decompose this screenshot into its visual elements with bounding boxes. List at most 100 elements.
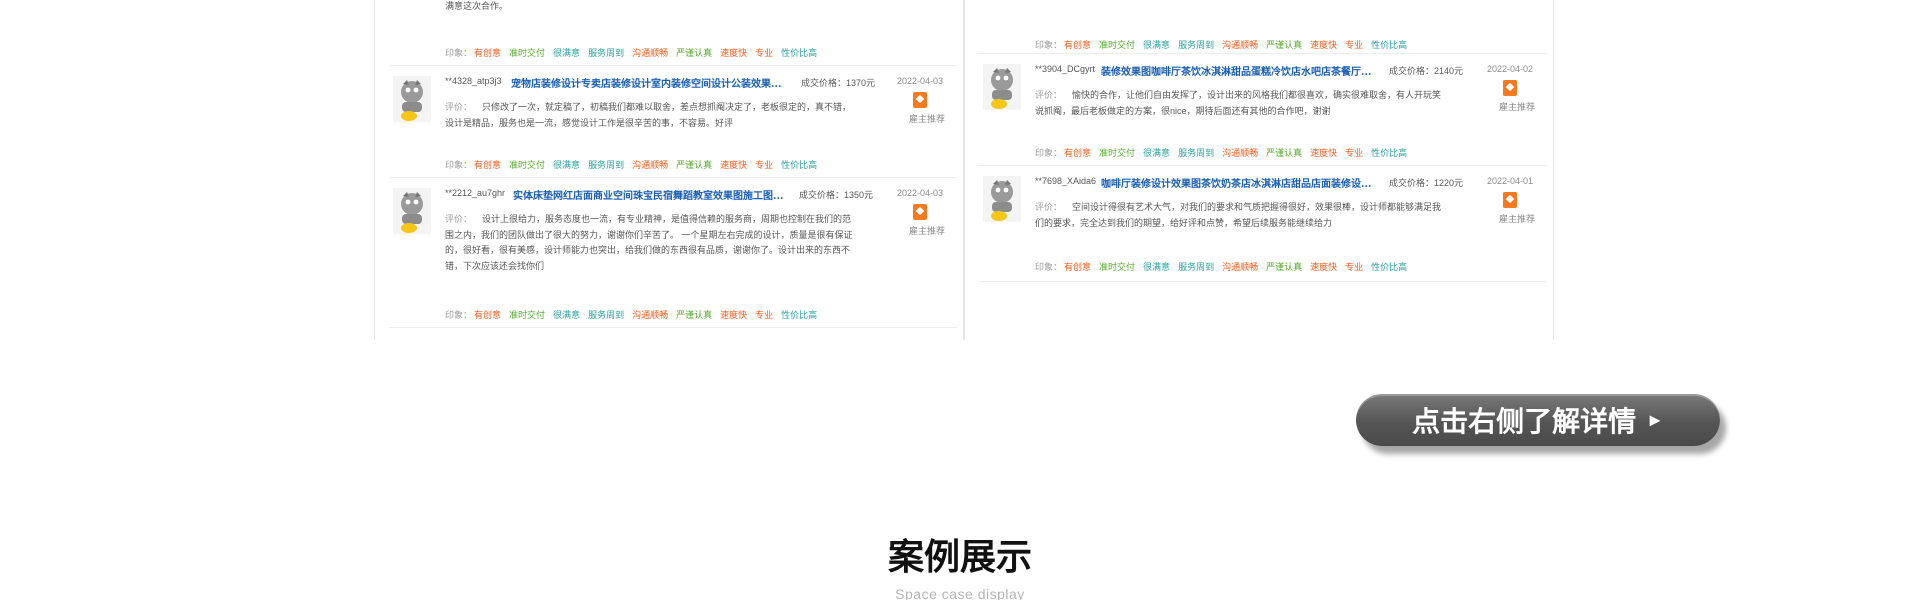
impression-tag: 严谨认真 [1266, 40, 1303, 50]
review-date: 2022-04-01 [1486, 176, 1533, 186]
project-title-link[interactable]: 宠物店装修设计专卖店装修设计室内装修空间设计公装效果... [511, 75, 787, 90]
impression-tag: 沟通顺畅 [1222, 40, 1259, 50]
review-date: 2022-04-03 [896, 188, 943, 198]
impression-tag: 严谨认真 [676, 160, 713, 170]
avatar[interactable] [983, 64, 1021, 110]
impression-tag: 速度快 [1310, 40, 1338, 50]
impression-tag: 沟通顺畅 [632, 310, 669, 320]
impression-tag: 很满意 [1143, 40, 1171, 50]
tags-label: 印象： [1035, 40, 1063, 50]
impression-tag: 很满意 [1143, 148, 1171, 158]
impression-tags: 印象： 有创意 准时交付 很满意 服务周到 沟通顺畅 严谨认真 速度快 专业 性价比高 [1035, 38, 1415, 51]
avatar[interactable] [393, 76, 431, 122]
comment-text: 整个设计过程我们全程参与了，提出了很多想法，设计师都一一实现了，将来我们还会选择… [445, 1, 509, 11]
recommend-badge-icon [913, 204, 927, 220]
impression-tag: 专业 [755, 48, 774, 58]
project-title-link[interactable]: 装修效果图咖啡厅茶饮冰淇淋甜品蛋糕冷饮店水吧店茶餐厅... [1101, 63, 1381, 78]
recommend-badge-icon [1503, 80, 1517, 96]
recommend-badge-label: 雇主推荐 [1498, 214, 1535, 224]
comment-label: 评价： [445, 102, 473, 112]
review-panel-right: 雇主推荐评价：团队好，设计好，虽然是线上设计公司，但一点不输线下大公司，品质好，… [964, 0, 1554, 340]
tags-label: 印象： [445, 48, 473, 58]
reviewer-name: **3904_DCgyrt [1035, 64, 1096, 74]
comment-text: 愉快的合作，让他们自由发挥了，设计出来的风格我们都很喜欢，确实很难取舍，有人开玩… [1035, 90, 1442, 116]
impression-tag: 严谨认真 [1266, 148, 1303, 158]
deal-price: 成交价格：1220元 [1389, 178, 1464, 188]
recommend-badge-label: 雇主推荐 [1498, 102, 1535, 112]
review-item: 雇主推荐评价：整个设计过程我们全程参与了，提出了很多想法，设计师都一一实现了，将… [389, 0, 957, 66]
impression-tag: 服务周到 [1178, 40, 1215, 50]
impression-tag: 准时交付 [1099, 262, 1136, 272]
impression-tag: 严谨认真 [676, 310, 713, 320]
impression-tag: 准时交付 [509, 310, 546, 320]
impression-tag: 有创意 [1064, 148, 1092, 158]
impression-tag: 准时交付 [1099, 40, 1136, 50]
impression-tag: 性价比高 [1371, 148, 1408, 158]
review-item: **4328_atp3j3 宠物店装修设计专卖店装修设计室内装修空间设计公装效果.… [389, 66, 957, 178]
review-comment: 评价： 空间设计得很有艺术大气，对我们的要求和气质把握得很好，效果很棒，设计师都能… [1035, 200, 1445, 231]
reviewer-name: **4328_atp3j3 [445, 76, 502, 86]
project-title-link[interactable]: 实体床垫网红店面商业空间珠宝民宿舞蹈教室效果图施工图... [513, 187, 789, 202]
section-subtitle: Space case display [895, 586, 1025, 600]
impression-tag: 速度快 [720, 48, 748, 58]
deal-price: 成交价格：1350元 [799, 190, 874, 200]
impression-tag: 有创意 [474, 310, 502, 320]
impression-tag: 性价比高 [781, 310, 818, 320]
impression-tag: 专业 [1345, 40, 1364, 50]
impression-tag: 性价比高 [781, 160, 818, 170]
impression-tag: 很满意 [553, 310, 581, 320]
impression-tag: 性价比高 [1371, 262, 1408, 272]
impression-tag: 有创意 [474, 160, 502, 170]
impression-tag: 沟通顺畅 [632, 160, 669, 170]
tags-label: 印象： [445, 310, 473, 320]
review-item: **3904_DCgyrt 装修效果图咖啡厅茶饮冰淇淋甜品蛋糕冷饮店水吧店茶餐厅.… [979, 54, 1547, 166]
impression-tag: 服务周到 [1178, 262, 1215, 272]
review-comment: 评价：整个设计过程我们全程参与了，提出了很多想法，设计师都一一实现了，将来我们还… [445, 0, 855, 15]
impression-tag: 准时交付 [509, 48, 546, 58]
impression-tag: 服务周到 [1178, 148, 1215, 158]
impression-tag: 有创意 [474, 48, 502, 58]
recommend-badge-icon [913, 92, 927, 108]
learn-more-button[interactable]: 点击右侧了解详情 ► [1356, 394, 1720, 446]
project-title-link[interactable]: 咖啡厅装修设计效果图茶饮奶茶店冰淇淋店甜品店面装修设... [1101, 175, 1381, 190]
impression-tag: 沟通顺畅 [1222, 148, 1259, 158]
impression-tag: 服务周到 [588, 310, 625, 320]
impression-tag: 严谨认真 [676, 48, 713, 58]
comment-text: 只修改了一次，就定稿了，初稿我们都难以取舍，差点想抓阄决定了，老板很定的，真不错… [445, 102, 852, 128]
impression-tag: 专业 [755, 310, 774, 320]
impression-tag: 有创意 [1064, 40, 1092, 50]
tags-label: 印象： [1035, 148, 1063, 158]
impression-tag: 准时交付 [1099, 148, 1136, 158]
impression-tag: 沟通顺畅 [1222, 262, 1259, 272]
comment-label: 评价： [1035, 202, 1063, 212]
reviewer-name: **2212_au7ghr [445, 188, 506, 198]
impression-tag: 速度快 [1310, 262, 1338, 272]
review-item: **2212_au7ghr 实体床垫网红店面商业空间珠宝民宿舞蹈教室效果图施工图.… [389, 178, 957, 328]
impression-tag: 很满意 [553, 160, 581, 170]
impression-tag: 服务周到 [588, 48, 625, 58]
review-comment: 评价： 愉快的合作，让他们自由发挥了，设计出来的风格我们都很喜欢，确实很难取舍，有… [1035, 88, 1445, 119]
section-title: 案例展示 [887, 536, 1032, 577]
review-date: 2022-04-03 [896, 76, 943, 86]
impression-tag: 性价比高 [1371, 40, 1408, 50]
tags-label: 印象： [1035, 262, 1063, 272]
review-item: 雇主推荐评价：团队好，设计好，虽然是线上设计公司，但一点不输线下大公司，品质好，… [979, 0, 1547, 54]
comment-text: 设计上很给力，服务态度也一流，有专业精神，是值得信赖的服务商，周期也控制在我们的… [445, 214, 853, 271]
impression-tag: 速度快 [720, 160, 748, 170]
impression-tag: 沟通顺畅 [632, 48, 669, 58]
impression-tag: 专业 [1345, 148, 1364, 158]
comment-label: 评价： [445, 214, 473, 224]
impression-tag: 很满意 [1143, 262, 1171, 272]
avatar[interactable] [983, 176, 1021, 222]
recommend-badge-label: 雇主推荐 [908, 226, 945, 236]
impression-tag: 很满意 [553, 48, 581, 58]
impression-tags: 印象： 有创意 准时交付 很满意 服务周到 沟通顺畅 严谨认真 速度快 专业 性价比高 [445, 158, 825, 171]
impression-tag: 速度快 [720, 310, 748, 320]
impression-tags: 印象： 有创意 准时交付 很满意 服务周到 沟通顺畅 严谨认真 速度快 专业 性价比高 [445, 308, 825, 321]
impression-tag: 专业 [755, 160, 774, 170]
impression-tag: 性价比高 [781, 48, 818, 58]
comment-text: 空间设计得很有艺术大气，对我们的要求和气质把握得很好，效果很棒，设计师都能够满足… [1035, 202, 1442, 228]
impression-tag: 专业 [1345, 262, 1364, 272]
review-item: **7698_XAida6 咖啡厅装修设计效果图茶饮奶茶店冰淇淋店甜品店面装修设.… [979, 166, 1547, 282]
avatar[interactable] [393, 188, 431, 234]
